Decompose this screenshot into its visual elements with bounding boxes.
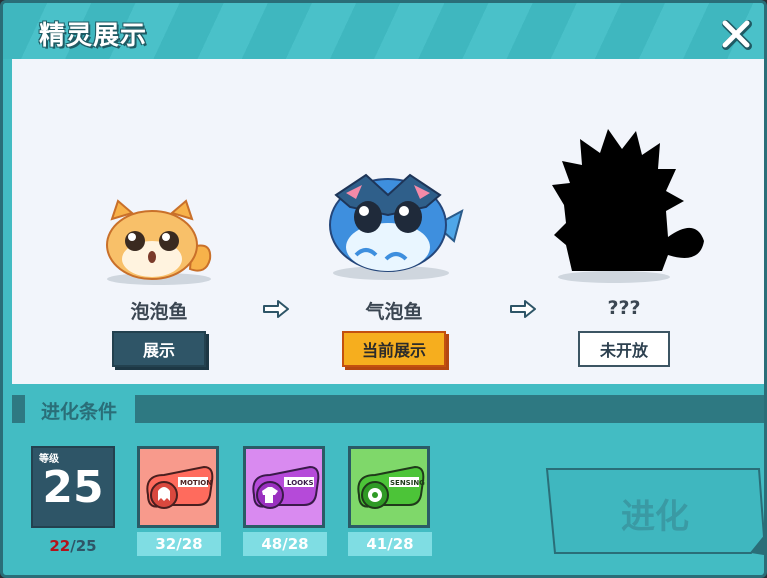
- sensing-extension-icon: SENSING: [357, 465, 425, 509]
- show-button[interactable]: 展示: [112, 331, 206, 367]
- conditions-title: 进化条件: [41, 401, 118, 423]
- level-required: 25: [75, 537, 97, 555]
- arrow-right-icon: [510, 300, 536, 318]
- looks-item-count: 48/28: [243, 532, 327, 556]
- stage-name: 泡泡鱼: [130, 301, 188, 323]
- arrow-right-icon: [263, 300, 289, 318]
- evolution-stage-1: 泡泡鱼 展示: [69, 59, 249, 384]
- level-current: 22: [49, 537, 71, 555]
- looks-label: LOOKS: [287, 479, 314, 487]
- evolution-stage-3: ??? 未开放: [534, 59, 714, 384]
- motion-label: MOTION: [180, 479, 212, 487]
- motion-item-count: 32/28: [137, 532, 221, 556]
- not-open-button[interactable]: 未开放: [578, 331, 670, 367]
- evolve-button[interactable]: 进化: [545, 489, 764, 538]
- sprite-display-dialog: 精灵展示 泡泡鱼 展示 气泡鱼 当前展示 ??? 未开放 进化条件 等级 25 …: [0, 0, 767, 578]
- close-icon[interactable]: [719, 17, 753, 51]
- stage-name: 气泡鱼: [365, 301, 423, 323]
- sensing-item-card[interactable]: SENSING: [348, 446, 430, 528]
- evolution-stage-2: 气泡鱼 当前展示: [304, 59, 484, 384]
- dialog-title: 精灵展示: [39, 21, 148, 51]
- level-progress: 22/25: [31, 537, 115, 555]
- motion-item-card[interactable]: MOTION: [137, 446, 219, 528]
- stage-name: ???: [607, 297, 641, 319]
- motion-extension-icon: MOTION: [146, 465, 214, 509]
- level-value: 25: [42, 462, 104, 513]
- evolution-panel: 泡泡鱼 展示 气泡鱼 当前展示 ??? 未开放: [12, 59, 764, 384]
- looks-item-card[interactable]: LOOKS: [243, 446, 325, 528]
- sensing-item-count: 41/28: [348, 532, 432, 556]
- looks-extension-icon: LOOKS: [252, 465, 320, 509]
- sensing-label: SENSING: [390, 479, 425, 487]
- bubble-fish-sprite: [106, 199, 212, 285]
- puffer-fish-sprite: [329, 173, 464, 280]
- current-display-button[interactable]: 当前展示: [342, 331, 446, 367]
- level-requirement: 等级 25: [31, 446, 115, 528]
- locked-sprite-silhouette: [552, 129, 704, 283]
